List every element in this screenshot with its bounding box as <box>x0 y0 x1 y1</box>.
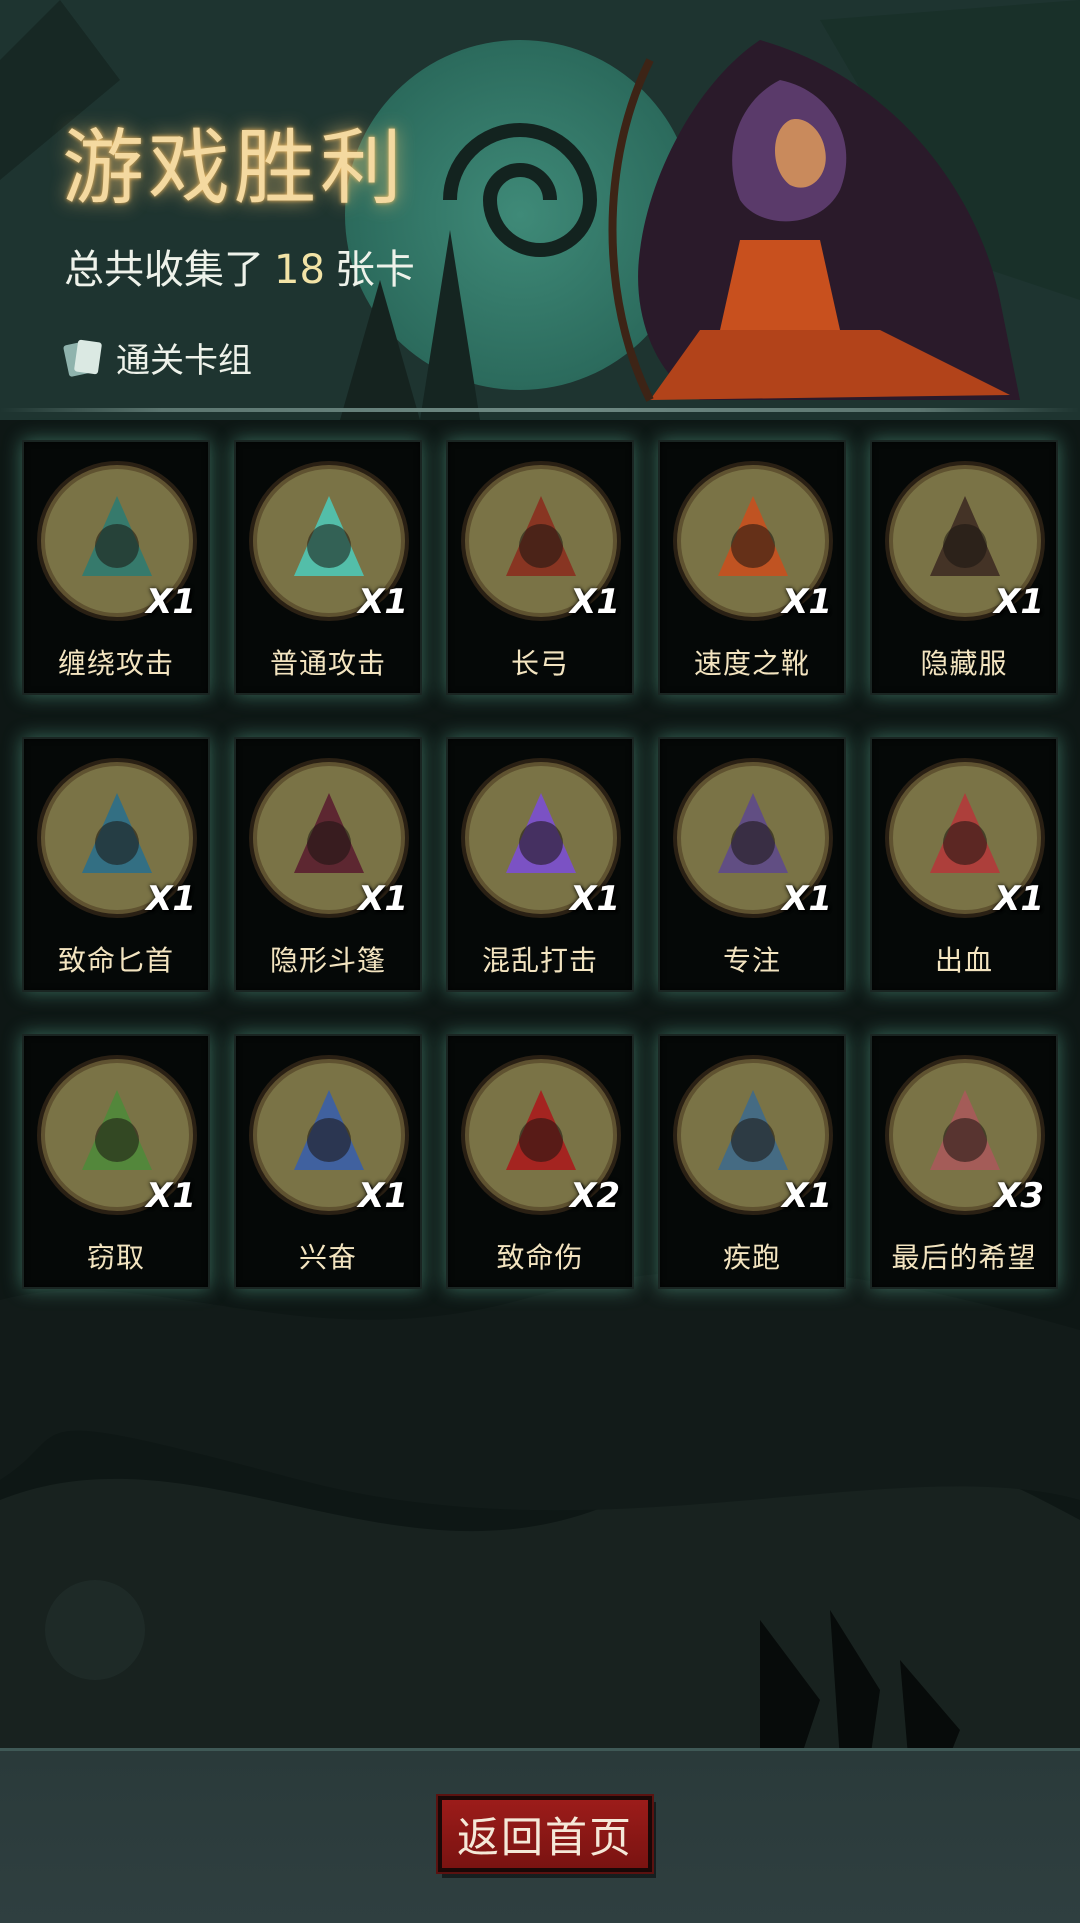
cards-stack-icon <box>63 339 102 377</box>
card-count: X1 <box>146 1176 196 1216</box>
skull-silhouette <box>45 1580 145 1680</box>
card-count: X3 <box>994 1176 1044 1216</box>
card-slot[interactable]: X1 窃取 <box>22 1034 210 1289</box>
card-slot[interactable]: X1 出血 <box>870 737 1058 992</box>
card-count: X1 <box>570 582 620 622</box>
return-home-button[interactable]: 返回首页 <box>438 1796 652 1872</box>
card-name: 疾跑 <box>722 1241 781 1274</box>
card-name: 普通攻击 <box>269 647 386 680</box>
card-name: 最后的希望 <box>891 1241 1037 1274</box>
card-name: 专注 <box>722 944 781 977</box>
card-count: X2 <box>570 1176 620 1216</box>
final-deck-link[interactable]: 通关卡组 <box>62 332 252 382</box>
card-slot[interactable]: X1 混乱打击 <box>446 737 634 992</box>
victory-title: 游戏胜利 <box>62 121 407 216</box>
card-slot[interactable]: X3 最后的希望 <box>870 1034 1058 1289</box>
card-name: 速度之靴 <box>693 647 810 680</box>
card-name: 致命匕首 <box>57 944 174 977</box>
card-slot[interactable]: X1 长弓 <box>446 440 634 695</box>
card-count: X1 <box>782 879 832 919</box>
card-count: X1 <box>994 879 1044 919</box>
summary-prefix: 总共收集了 <box>64 247 264 293</box>
card-slot[interactable]: X1 速度之靴 <box>658 440 846 695</box>
card-count: X1 <box>570 879 620 919</box>
header-divider <box>0 408 1080 412</box>
card-slot[interactable]: X1 疾跑 <box>658 1034 846 1289</box>
card-total-count: 18 <box>274 247 325 293</box>
card-name: 隐形斗篷 <box>269 944 386 977</box>
card-name: 缠绕攻击 <box>57 647 174 680</box>
card-count: X1 <box>146 879 196 919</box>
card-slot[interactable]: X1 普通攻击 <box>234 440 422 695</box>
cards-collected-summary: 总共收集了 18 张卡 <box>64 250 415 290</box>
card-count: X1 <box>358 879 408 919</box>
card-name: 混乱打击 <box>481 944 598 977</box>
card-slot[interactable]: X1 兴奋 <box>234 1034 422 1289</box>
card-count: X1 <box>994 582 1044 622</box>
card-name: 隐藏服 <box>920 647 1008 680</box>
card-slot[interactable]: X1 致命匕首 <box>22 737 210 992</box>
summary-suffix: 张卡 <box>334 247 415 293</box>
card-count: X1 <box>782 582 832 622</box>
final-deck-label: 通关卡组 <box>116 340 252 381</box>
card-slot[interactable]: X1 专注 <box>658 737 846 992</box>
card-name: 长弓 <box>510 647 569 680</box>
card-grid: X1 缠绕攻击 X1 普通攻击 X1 长弓 X1 速度之靴 X1 隐藏服 X1 致命匕首 X1 隐形斗篷 X… <box>22 440 1058 1289</box>
card-slot[interactable]: X2 致命伤 <box>446 1034 634 1289</box>
card-count: X1 <box>358 1176 408 1216</box>
card-count: X1 <box>782 1176 832 1216</box>
card-slot[interactable]: X1 缠绕攻击 <box>22 440 210 695</box>
card-name: 兴奋 <box>298 1241 357 1274</box>
card-name: 窃取 <box>86 1241 145 1274</box>
card-count: X1 <box>146 582 196 622</box>
card-count: X1 <box>358 582 408 622</box>
card-name: 出血 <box>934 944 993 977</box>
card-slot[interactable]: X1 隐形斗篷 <box>234 737 422 992</box>
card-slot[interactable]: X1 隐藏服 <box>870 440 1058 695</box>
card-name: 致命伤 <box>496 1241 584 1274</box>
